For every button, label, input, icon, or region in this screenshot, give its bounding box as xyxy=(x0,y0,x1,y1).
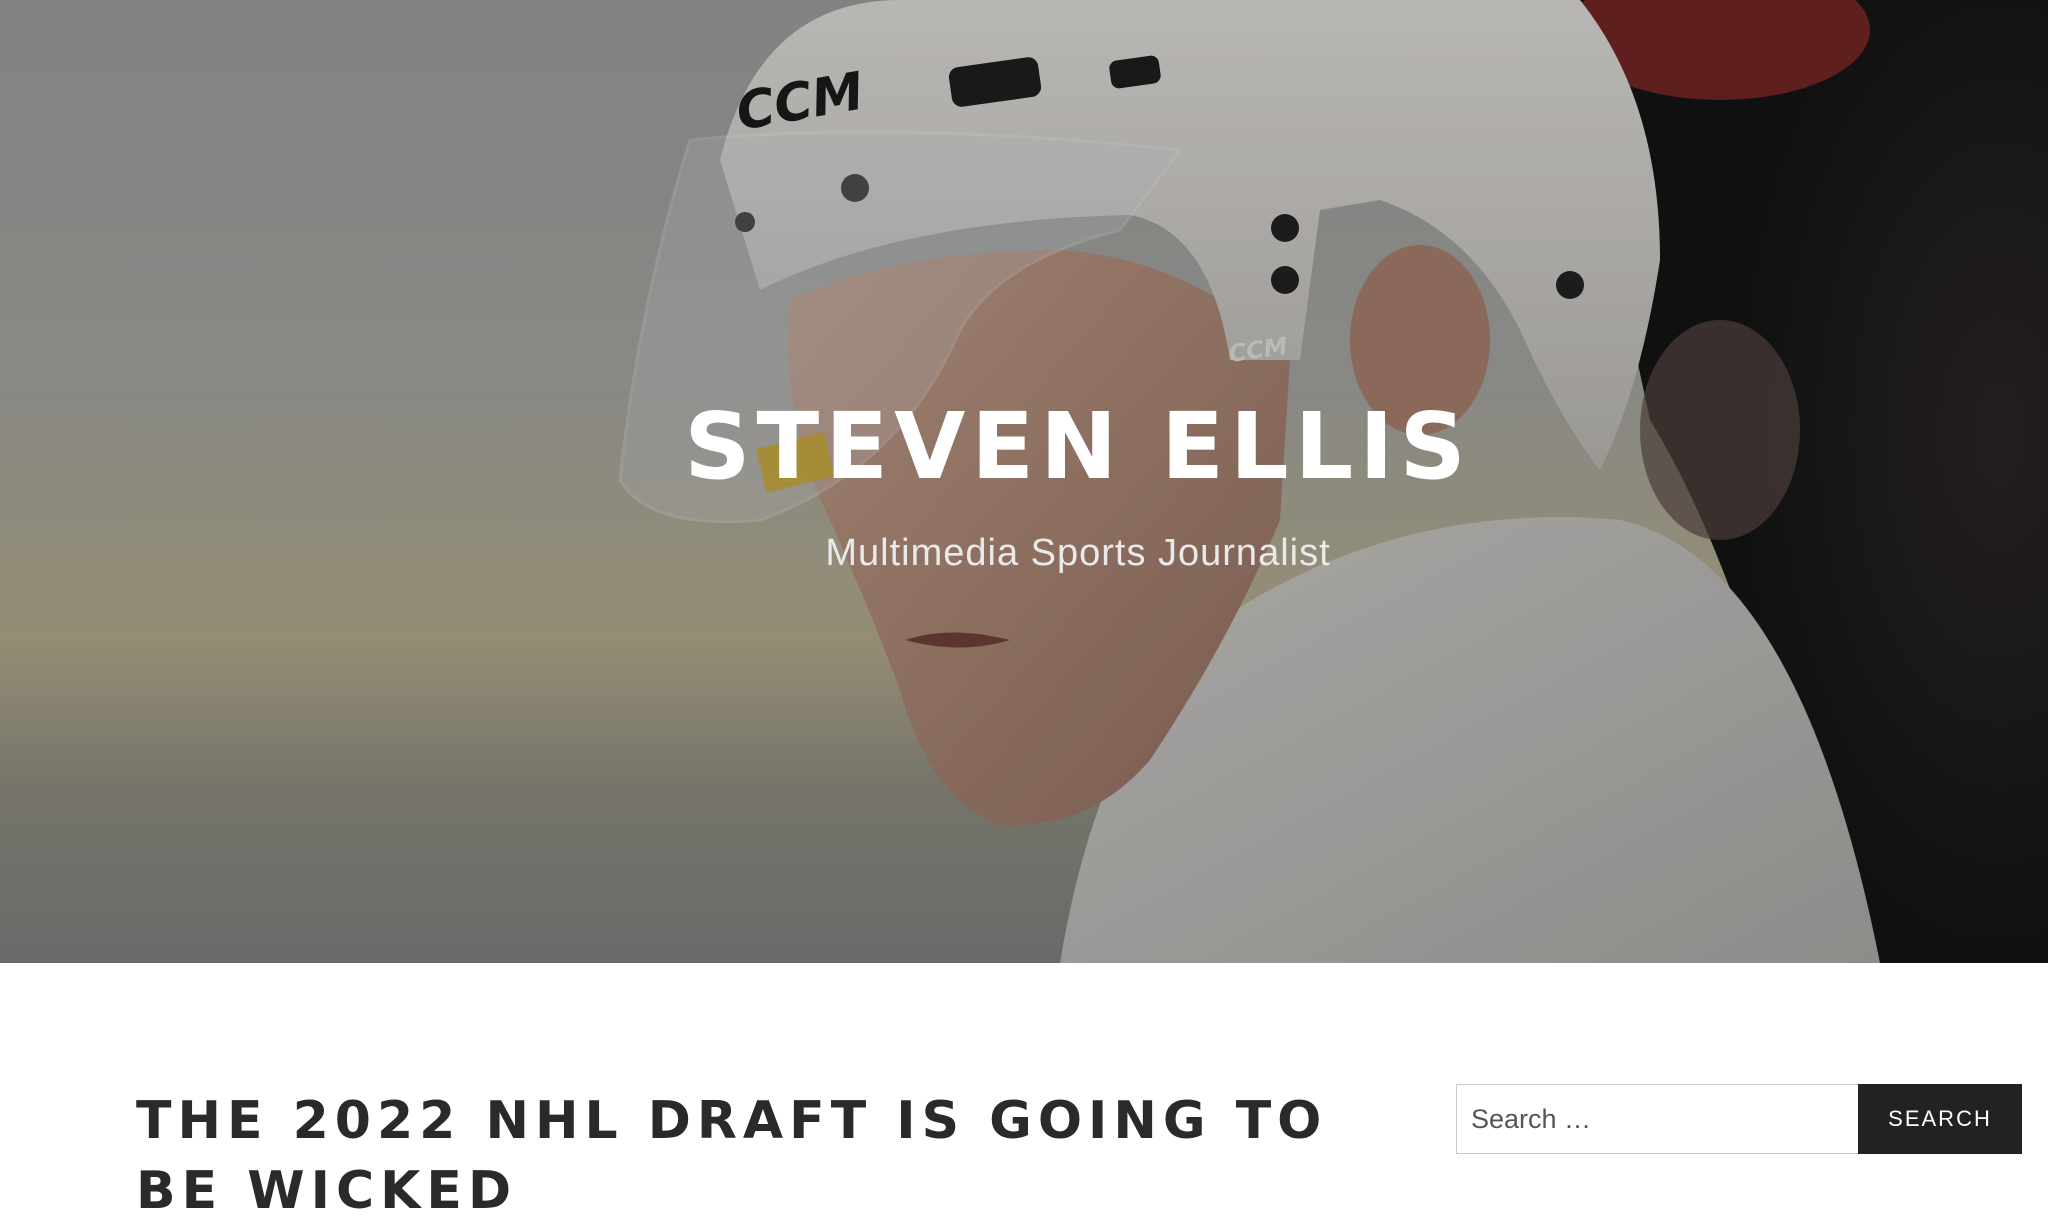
site-title[interactable]: STEVEN ELLIS xyxy=(0,392,2048,502)
search-button[interactable]: SEARCH xyxy=(1858,1084,2022,1154)
site-tagline: Multimedia Sports Journalist xyxy=(825,532,1331,574)
post-title[interactable]: THE 2022 NHL DRAFT IS GOING TO BE WICKED xyxy=(136,1086,1356,1226)
site-header-hero: CCM CCM STEVEN ELLIS Multimedia Sports J… xyxy=(0,0,2048,963)
search-input[interactable] xyxy=(1456,1084,1858,1154)
search-form: SEARCH xyxy=(1456,1084,2022,1154)
